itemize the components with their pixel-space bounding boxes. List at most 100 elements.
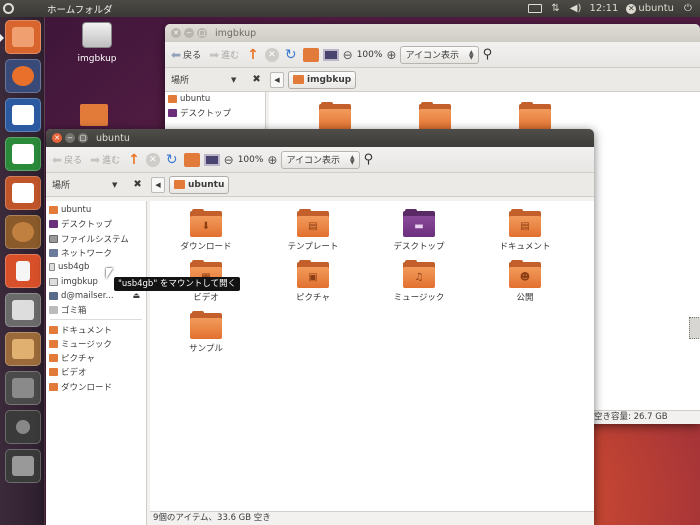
computer-icon[interactable] xyxy=(203,153,220,166)
folder-icon: ▬ xyxy=(403,209,435,237)
up-icon[interactable]: ↑ xyxy=(245,45,261,65)
desktop-icon xyxy=(49,220,58,229)
folder-label: デスクトップ xyxy=(393,242,445,252)
sidebar-item-desktop[interactable]: デスクトップ xyxy=(165,106,265,120)
folder-desktop[interactable]: ▬ デスクトップ xyxy=(379,209,459,252)
folder-icon: ▣ xyxy=(297,260,329,288)
toolbar: ⬅ 戻る ➡ 進む ↑ ✕ ↻ ⊖ 100% ⊕ アイコン表示 ▲ ▼ ⚲ xyxy=(165,42,700,68)
firefox-icon[interactable] xyxy=(5,59,41,93)
mouse-cursor-icon xyxy=(106,268,113,279)
file-item-selected[interactable]: 2011-09-28-23-img80gblatest4 xyxy=(689,288,700,339)
breadcrumb-left-icon[interactable]: ◀ xyxy=(270,71,284,88)
zoom-icon[interactable] xyxy=(5,410,41,444)
folder-templates[interactable]: ▤ テンプレート xyxy=(273,209,353,252)
sidebar-item-ubuntu[interactable]: ubuntu xyxy=(165,92,265,106)
sidebar-item-filesystem[interactable]: ファイルシステム xyxy=(46,232,146,246)
sidebar-item-usb4gb[interactable]: usb4gb xyxy=(46,260,146,274)
workspace-switcher-icon[interactable] xyxy=(5,371,41,405)
minimize-icon[interactable]: − xyxy=(65,133,75,143)
home-icon[interactable] xyxy=(302,47,319,62)
home-folder-icon[interactable] xyxy=(5,20,41,54)
zoom-out-icon[interactable]: ⊖ xyxy=(224,153,234,167)
sidebar-item-videos[interactable]: ビデオ xyxy=(46,365,146,379)
sidebar-item-downloads[interactable]: ダウンロード xyxy=(46,380,146,394)
home-icon xyxy=(168,95,177,104)
package-icon[interactable] xyxy=(5,332,41,366)
user-icon: ✕ xyxy=(626,3,637,14)
breadcrumb[interactable]: imgbkup xyxy=(288,70,357,89)
folder-icon xyxy=(49,368,58,377)
forward-button[interactable]: ➡ 進む xyxy=(88,150,122,170)
calc-icon[interactable] xyxy=(5,137,41,171)
zoom-in-icon[interactable]: ⊕ xyxy=(267,153,277,167)
zoom-in-icon[interactable]: ⊕ xyxy=(386,48,396,62)
close-sidebar-icon[interactable]: ✖ xyxy=(133,179,141,190)
up-icon[interactable]: ↑ xyxy=(126,150,142,170)
folder-icon xyxy=(49,354,58,363)
desktop-drive-label: imgbkup xyxy=(77,54,117,64)
folder-label: ビデオ xyxy=(193,293,219,303)
writer-icon[interactable] xyxy=(5,98,41,132)
close-icon[interactable]: ✕ xyxy=(171,28,181,38)
search-icon[interactable]: ⚲ xyxy=(364,152,374,167)
computer-icon[interactable] xyxy=(322,48,339,61)
breadcrumb[interactable]: ubuntu xyxy=(169,175,230,194)
back-button[interactable]: ⬅ 戻る xyxy=(169,45,203,65)
folder-public[interactable]: ☻ 公開 xyxy=(485,260,565,303)
maximize-icon[interactable]: □ xyxy=(78,133,88,143)
folder-icon: ⬇ xyxy=(190,209,222,237)
folder-samples[interactable]: サンプル xyxy=(166,311,246,354)
window-titlebar[interactable]: ✕ − □ ubuntu xyxy=(46,129,594,147)
ubuntu-logo-icon[interactable] xyxy=(0,0,17,17)
places-dropdown-icon[interactable]: ▼ xyxy=(112,181,117,189)
minimize-icon[interactable]: − xyxy=(184,28,194,38)
breadcrumb-left-icon[interactable]: ◀ xyxy=(151,176,165,193)
stop-icon[interactable]: ✕ xyxy=(145,152,160,167)
folder-downloads[interactable]: ⬇ ダウンロード xyxy=(166,209,246,252)
eject-icon[interactable]: ⏏ xyxy=(132,291,140,300)
close-icon[interactable]: ✕ xyxy=(52,133,62,143)
stop-icon[interactable]: ✕ xyxy=(264,47,279,62)
power-icon[interactable]: ⏻ xyxy=(682,3,694,15)
ubuntu-one-icon[interactable] xyxy=(5,254,41,288)
window-titlebar[interactable]: ✕ − □ imgbkup xyxy=(165,24,700,42)
folder-icon: ▤ xyxy=(509,209,541,237)
keyboard-icon[interactable] xyxy=(527,3,542,15)
sidebar-item-network[interactable]: ネットワーク xyxy=(46,246,146,260)
places-dropdown-icon[interactable]: ▼ xyxy=(231,76,236,84)
software-center-icon[interactable] xyxy=(5,215,41,249)
sidebar-item-pictures[interactable]: ピクチャ xyxy=(46,351,146,365)
trash-icon[interactable] xyxy=(5,449,41,483)
desktop-icon xyxy=(168,109,177,118)
folder-pictures[interactable]: ▣ ピクチャ xyxy=(273,260,353,303)
sidebar-item-trash[interactable]: ゴミ箱 xyxy=(46,303,146,317)
screenshot-icon[interactable] xyxy=(5,293,41,327)
clock[interactable]: 12:11 xyxy=(590,3,619,15)
file-item[interactable]: 2011-09-28-09-img80gblatest2 xyxy=(689,225,700,274)
impress-icon[interactable] xyxy=(5,176,41,210)
reload-icon[interactable]: ↻ xyxy=(164,150,180,170)
view-select[interactable]: アイコン表示 ▲ ▼ xyxy=(281,150,360,169)
sidebar-item-desktop[interactable]: デスクトップ xyxy=(46,217,146,231)
desktop-folder-icon[interactable] xyxy=(80,104,108,126)
close-sidebar-icon[interactable]: ✖ xyxy=(252,74,260,85)
reload-icon[interactable]: ↻ xyxy=(283,45,299,65)
volume-icon[interactable]: ◀) xyxy=(570,3,582,15)
network-icon[interactable]: ⇅ xyxy=(550,3,562,15)
places-label: 場所 xyxy=(52,181,71,191)
view-select[interactable]: アイコン表示 ▲ ▼ xyxy=(400,45,479,64)
sidebar-item-ubuntu[interactable]: ubuntu xyxy=(46,203,146,217)
zoom-out-icon[interactable]: ⊖ xyxy=(343,48,353,62)
folder-music[interactable]: ♫ ミュージック xyxy=(379,260,459,303)
back-button[interactable]: ⬅ 戻る xyxy=(50,150,84,170)
desktop-drive[interactable]: imgbkup xyxy=(67,22,127,64)
forward-button[interactable]: ➡ 進む xyxy=(207,45,241,65)
maximize-icon[interactable]: □ xyxy=(197,28,207,38)
home-icon[interactable] xyxy=(183,152,200,167)
sidebar-item-documents[interactable]: ドキュメント xyxy=(46,322,146,336)
user-menu[interactable]: ✕ ubuntu xyxy=(626,3,674,15)
sidebar-item-music[interactable]: ミュージック xyxy=(46,337,146,351)
status-text: 9個のアイテム、33.6 GB 空き xyxy=(153,513,271,523)
search-icon[interactable]: ⚲ xyxy=(483,47,493,62)
folder-documents[interactable]: ▤ ドキュメント xyxy=(485,209,565,252)
